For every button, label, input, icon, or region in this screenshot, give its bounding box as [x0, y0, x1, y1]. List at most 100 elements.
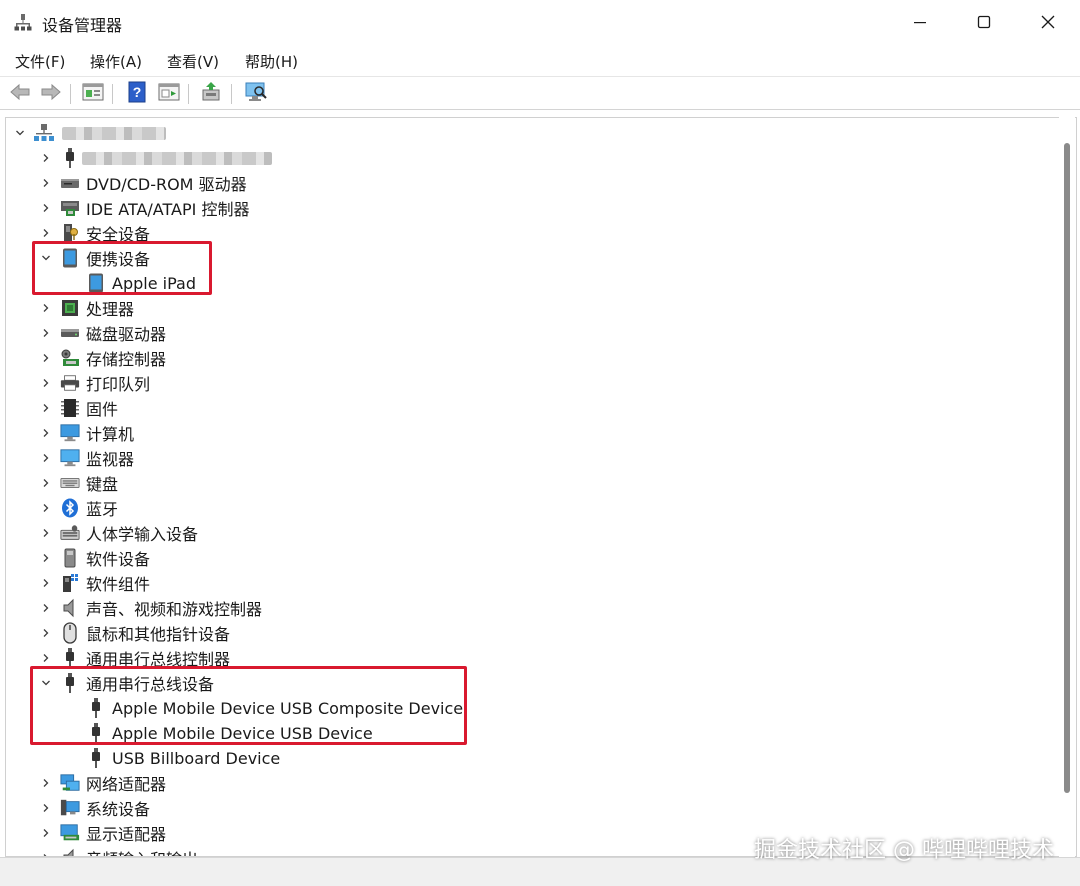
computer-icon — [60, 423, 80, 443]
chevron-down-icon[interactable] — [38, 250, 54, 266]
tree-category-hid[interactable]: 人体学输入设备 — [38, 521, 198, 545]
tree-category-usb-devices[interactable]: 通用串行总线设备 — [38, 671, 214, 695]
scan-hardware-button[interactable] — [243, 82, 269, 106]
tree-device-ipad[interactable]: Apple iPad — [64, 271, 196, 295]
tree-category-disk[interactable]: 磁盘驱动器 — [38, 321, 166, 345]
tree-category-keyboard[interactable]: 键盘 — [38, 471, 118, 495]
chevron-right-icon[interactable] — [38, 325, 54, 341]
menu-view[interactable]: 查看(V) — [167, 51, 219, 72]
chevron-right-icon[interactable] — [38, 175, 54, 191]
chevron-down-icon[interactable] — [12, 125, 28, 141]
chevron-right-icon[interactable] — [38, 375, 54, 391]
keyboard-icon — [60, 473, 80, 493]
chevron-right-icon[interactable] — [38, 800, 54, 816]
computer-name — [62, 126, 166, 140]
tree-category-ide[interactable]: IDE ATA/ATAPI 控制器 — [38, 196, 249, 220]
chevron-right-icon[interactable] — [38, 525, 54, 541]
chevron-right-icon[interactable] — [38, 350, 54, 366]
system-device-icon — [60, 798, 80, 818]
tree-category-bluetooth[interactable]: 蓝牙 — [38, 496, 118, 520]
chevron-right-icon[interactable] — [38, 200, 54, 216]
tree-category-portable[interactable]: 便携设备 — [38, 246, 150, 270]
menu-file[interactable]: 文件(F) — [15, 51, 65, 72]
chevron-right-icon[interactable] — [38, 300, 54, 316]
minimize-button[interactable] — [888, 0, 952, 44]
chevron-right-icon[interactable] — [38, 550, 54, 566]
tree-category-label: 软件设备 — [86, 550, 151, 569]
processor-icon — [60, 298, 80, 318]
tree-category-label: 处理器 — [86, 300, 135, 319]
chevron-right-icon[interactable] — [38, 450, 54, 466]
tree-category-computer[interactable]: 计算机 — [38, 421, 134, 445]
tree-category-label: IDE ATA/ATAPI 控制器 — [86, 200, 250, 219]
tree-category-monitor[interactable]: 监视器 — [38, 446, 134, 470]
chevron-right-icon[interactable] — [38, 575, 54, 591]
chevron-right-icon[interactable] — [38, 425, 54, 441]
tree-category-label: 通用串行总线设备 — [86, 675, 215, 694]
tree-device-billboard[interactable]: USB Billboard Device — [64, 746, 280, 770]
tree-device-label: Apple iPad — [112, 273, 196, 293]
chevron-down-icon[interactable] — [38, 675, 54, 691]
device-tree[interactable]: DVD/CD-ROM 驱动器 IDE ATA/ATAPI 控制器 安全设备 便携… — [5, 117, 1077, 857]
chevron-right-icon[interactable] — [38, 625, 54, 641]
toolbar-separator — [188, 84, 189, 104]
scrollbar-thumb[interactable] — [1064, 143, 1070, 793]
tree-category-network[interactable]: 网络适配器 — [38, 771, 166, 795]
properties-button[interactable] — [80, 82, 106, 106]
tree-category-software-component[interactable]: 软件组件 — [38, 571, 150, 595]
show-hide-icon — [158, 82, 180, 107]
chevron-right-icon[interactable] — [38, 225, 54, 241]
tree-category-print[interactable]: 打印队列 — [38, 371, 150, 395]
tree-category-display[interactable]: 显示适配器 — [38, 821, 166, 845]
tree-category-processor[interactable]: 处理器 — [38, 296, 134, 320]
tree-category-label: 计算机 — [86, 425, 135, 444]
tree-category-label: 声音、视频和游戏控制器 — [86, 600, 263, 619]
usb-connector-icon — [60, 673, 80, 693]
tree-category-firmware[interactable]: 固件 — [38, 396, 118, 420]
tree-category-label: 存储控制器 — [86, 350, 167, 369]
usb-connector-icon — [60, 648, 80, 668]
usb-connector-icon — [60, 148, 80, 168]
storage-controller-icon — [60, 348, 80, 368]
tree-category-usb-controller[interactable]: 通用串行总线控制器 — [38, 646, 230, 670]
chevron-right-icon[interactable] — [38, 775, 54, 791]
back-button[interactable] — [7, 82, 33, 106]
tree-category-sound[interactable]: 声音、视频和游戏控制器 — [38, 596, 262, 620]
tree-device-apple-usb[interactable]: Apple Mobile Device USB Device — [64, 721, 373, 745]
monitor-icon — [60, 448, 80, 468]
tree-category-audio-io[interactable]: 音频输入和输出 — [38, 846, 198, 856]
display-adapter-icon — [60, 823, 80, 843]
menu-help[interactable]: 帮助(H) — [245, 51, 298, 72]
tree-category-software-device[interactable]: 软件设备 — [38, 546, 150, 570]
menu-action[interactable]: 操作(A) — [90, 51, 142, 72]
close-button[interactable] — [1016, 0, 1080, 44]
tree-category-mouse[interactable]: 鼠标和其他指针设备 — [38, 621, 230, 645]
chevron-right-icon[interactable] — [38, 650, 54, 666]
tree-device-apple-composite[interactable]: Apple Mobile Device USB Composite Device — [64, 696, 463, 720]
tree-category[interactable] — [38, 146, 272, 170]
forward-button[interactable] — [38, 82, 64, 106]
tree-category-label: 蓝牙 — [86, 500, 119, 519]
tree-root[interactable] — [12, 121, 166, 145]
tree-category-label: 便携设备 — [86, 250, 151, 269]
chevron-right-icon[interactable] — [38, 600, 54, 616]
chevron-right-icon[interactable] — [38, 500, 54, 516]
back-arrow-icon — [9, 83, 31, 106]
chevron-right-icon[interactable] — [38, 400, 54, 416]
tree-category-system[interactable]: 系统设备 — [38, 796, 150, 820]
chevron-right-icon[interactable] — [38, 150, 54, 166]
printer-icon — [60, 373, 80, 393]
help-button[interactable]: ? — [124, 81, 150, 108]
chevron-right-icon[interactable] — [38, 475, 54, 491]
tree-device-label: USB Billboard Device — [112, 748, 281, 768]
maximize-button[interactable] — [952, 0, 1016, 44]
help-icon: ? — [127, 81, 147, 108]
tree-category-security[interactable]: 安全设备 — [38, 221, 150, 245]
tree-category-storage[interactable]: 存储控制器 — [38, 346, 166, 370]
chevron-right-icon[interactable] — [38, 825, 54, 841]
tree-category-dvd[interactable]: DVD/CD-ROM 驱动器 — [38, 171, 247, 195]
chevron-right-icon[interactable] — [38, 850, 54, 856]
show-hide-button[interactable] — [156, 82, 182, 106]
device-manager-icon — [14, 13, 32, 31]
update-driver-button[interactable] — [198, 81, 224, 106]
